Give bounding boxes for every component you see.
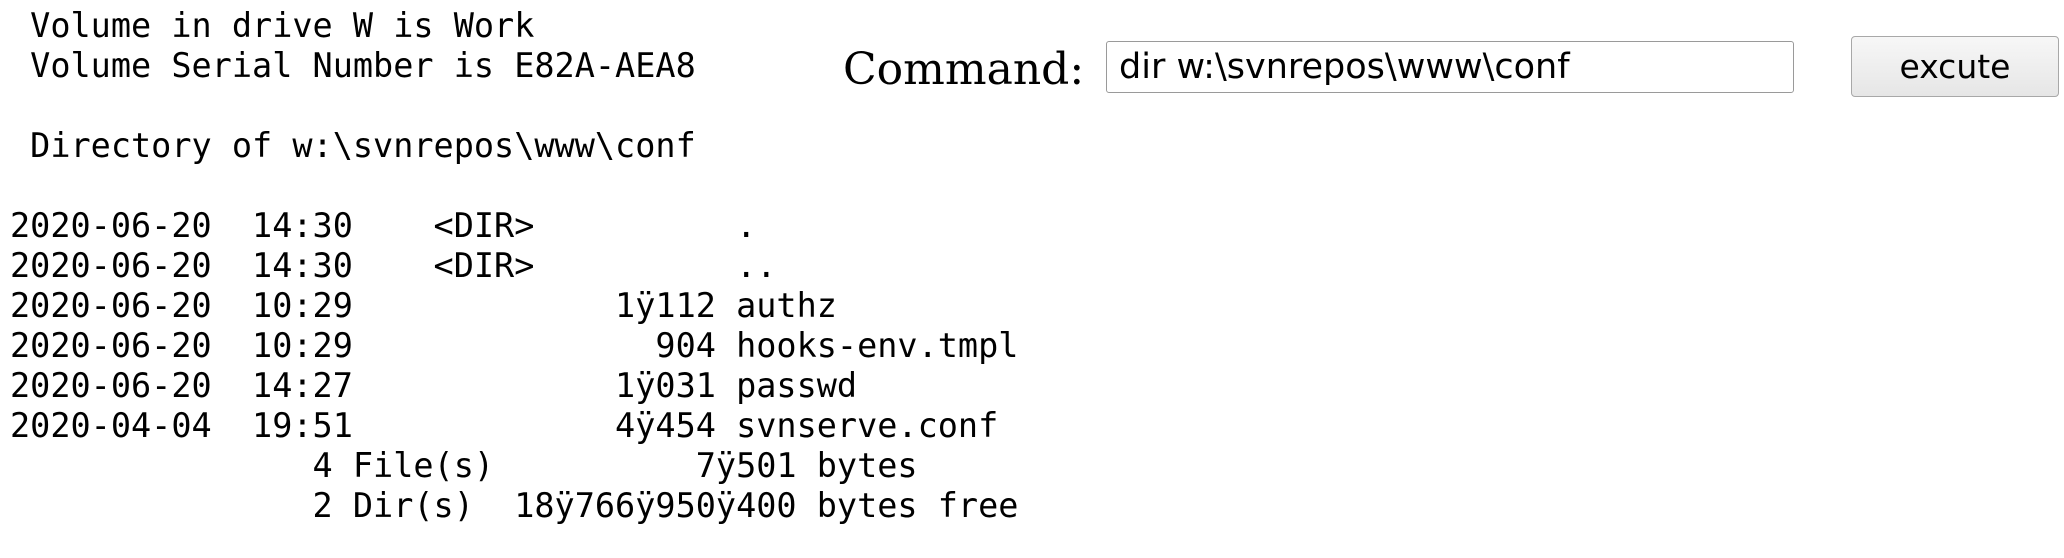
- command-input[interactable]: [1106, 41, 1794, 93]
- output-line-file-summary: 4 File(s) 7ÿ501 bytes: [10, 446, 918, 485]
- output-line-entry: 2020-06-20 14:27 1ÿ031 passwd: [10, 366, 858, 405]
- output-line-blank: [10, 166, 1018, 206]
- output-line-entry: 2020-06-20 14:30 <DIR> .: [10, 206, 757, 245]
- output-line-directory: Directory of w:\svnrepos\www\conf: [10, 126, 696, 165]
- output-line-entry: 2020-06-20 10:29 1ÿ112 authz: [10, 286, 837, 325]
- output-line-entry: 2020-06-20 14:30 <DIR> ..: [10, 246, 777, 285]
- command-label: Command:: [843, 44, 1085, 95]
- output-line-entry: 2020-04-04 19:51 4ÿ454 svnserve.conf: [10, 406, 999, 445]
- output-line-volume: Volume in drive W is Work: [10, 6, 535, 45]
- output-line-entry: 2020-06-20 10:29 904 hooks-env.tmpl: [10, 326, 1019, 365]
- execute-button[interactable]: excute: [1851, 36, 2059, 97]
- output-line-dir-summary: 2 Dir(s) 18ÿ766ÿ950ÿ400 bytes free: [10, 486, 1019, 525]
